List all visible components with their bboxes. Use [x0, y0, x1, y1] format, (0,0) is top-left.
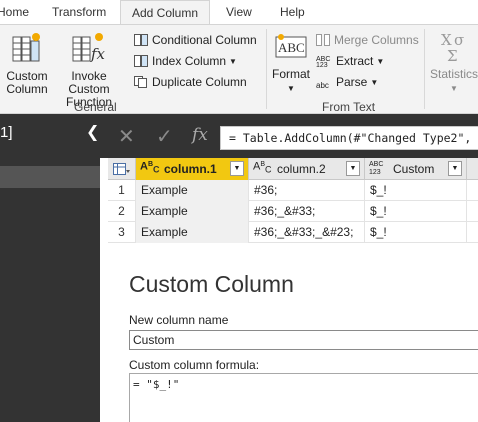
table-row: 3 Example #36;_&#33;_&#23; $_! [108, 222, 478, 243]
table-menu-button[interactable] [108, 158, 136, 180]
duplicate-column-label: Duplicate Column [152, 75, 247, 89]
ribbon: Custom Column fx Invoke Custom Function … [0, 24, 478, 114]
column-header-label: column.1 [164, 162, 217, 176]
conditional-column-label: Conditional Column [152, 33, 257, 47]
invoke-function-icon: fx [72, 33, 106, 63]
svg-text:ABC: ABC [278, 40, 305, 55]
new-column-name-input[interactable]: Custom [129, 330, 478, 350]
merge-columns-icon [316, 34, 330, 46]
table-row: 2 Example #36;_&#33; $_! [108, 201, 478, 222]
column-header-column2[interactable]: ABC column.2 ▼ [249, 158, 365, 180]
invoke-custom-function-button[interactable]: fx Invoke Custom Function [50, 31, 128, 109]
table-cell[interactable]: #36;_&#33; [249, 201, 365, 222]
data-grid: ABC column.1 ▼ ABC column.2 ▼ ABC 123 Cus… [108, 158, 478, 244]
column-header-column1[interactable]: ABC column.1 ▼ [136, 158, 249, 180]
invoke-function-label-line1: Invoke Custom [68, 69, 110, 96]
column-filter-dropdown-icon[interactable]: ▼ [346, 161, 360, 176]
table-cell[interactable]: $_! [365, 201, 467, 222]
custom-column-formula-label: Custom column formula: [129, 358, 260, 372]
parse-dropdown-icon: ▼ [370, 78, 379, 87]
text-type-icon: ABC [253, 160, 272, 175]
tab-help[interactable]: Help [280, 0, 310, 24]
cancel-formula-icon[interactable]: ✕ [118, 124, 135, 149]
column-header-custom[interactable]: ABC 123 Custom ▼ [365, 158, 467, 180]
column-header-label: column.2 [277, 162, 326, 176]
extract-dropdown-icon: ▼ [376, 57, 385, 66]
dialog-title: Custom Column [129, 271, 294, 297]
ribbon-separator-2 [424, 29, 425, 109]
column-filter-dropdown-icon[interactable]: ▼ [448, 161, 462, 176]
text-type-icon: ABC [140, 160, 160, 175]
custom-column-formula-input[interactable]: = "$_!" [129, 373, 478, 422]
index-column-button[interactable]: Index Column ▼ [134, 52, 237, 70]
custom-column-button[interactable]: Custom Column [2, 31, 52, 96]
table-cell[interactable]: Example [136, 180, 249, 201]
confirm-formula-icon[interactable]: ✓ [156, 124, 173, 149]
index-column-label: Index Column [152, 54, 227, 68]
custom-column-dialog: Custom Column New column name Custom Cus… [100, 250, 478, 422]
table-cell[interactable]: $_! [365, 222, 467, 243]
duplicate-column-button[interactable]: Duplicate Column [134, 73, 247, 91]
statistics-icon: X σ Σ [441, 31, 464, 63]
tab-view[interactable]: View [226, 0, 256, 24]
selected-query-row[interactable] [0, 166, 100, 188]
extract-button[interactable]: ABC 123 Extract ▼ [316, 52, 384, 70]
extract-label: Extract [336, 54, 374, 68]
statistics-button[interactable]: X σ Σ Statistics ▼ [428, 31, 478, 93]
ribbon-separator [266, 29, 267, 109]
duplicate-column-icon [134, 76, 147, 88]
index-column-icon [134, 55, 148, 67]
tab-add-column[interactable]: Add Column [120, 0, 210, 25]
group-label-general: General [74, 100, 117, 114]
svg-text:fx: fx [90, 45, 106, 63]
format-button[interactable]: ABC Format ▼ [270, 31, 312, 93]
merge-columns-label: Merge Columns [334, 33, 419, 47]
custom-column-icon [12, 33, 40, 62]
tab-home[interactable]: Home [0, 0, 37, 24]
new-column-name-label: New column name [129, 313, 229, 327]
any-type-icon: ABC 123 [369, 161, 384, 176]
table-cell[interactable]: #36;_&#33;_&#23; [249, 222, 365, 243]
statistics-dropdown-icon: ▼ [450, 84, 458, 93]
grid-header: ABC column.1 ▼ ABC column.2 ▼ ABC 123 Cus… [108, 158, 478, 180]
formula-input[interactable]: = Table.AddColumn(#"Changed Type2", "C [220, 126, 478, 150]
svg-text:Σ: Σ [447, 47, 458, 63]
tab-transform[interactable]: Transform [52, 0, 112, 24]
menu-tabbar: Home Transform Add Column View Help [0, 0, 478, 25]
merge-columns-button[interactable]: Merge Columns [316, 31, 419, 49]
row-number[interactable]: 3 [108, 222, 136, 243]
row-number[interactable]: 1 [108, 180, 136, 201]
table-icon [113, 163, 130, 175]
queries-pane-text: 1] [0, 124, 13, 141]
format-dropdown-icon: ▼ [287, 84, 295, 93]
custom-column-label-line2: Column [6, 82, 48, 96]
parse-label: Parse [336, 75, 368, 89]
table-row: 1 Example #36; $_! [108, 180, 478, 201]
group-label-from-text: From Text [322, 100, 376, 114]
format-icon: ABC [275, 34, 307, 58]
collapse-chevron-icon[interactable]: ❮ [86, 122, 99, 142]
table-cell[interactable]: Example [136, 222, 249, 243]
row-number[interactable]: 2 [108, 201, 136, 222]
table-cell[interactable]: #36; [249, 180, 365, 201]
format-label: Format [271, 67, 310, 81]
parse-button[interactable]: abc Parse ▼ [316, 73, 378, 91]
table-cell[interactable]: $_! [365, 180, 467, 201]
column-filter-dropdown-icon[interactable]: ▼ [230, 161, 244, 176]
index-column-dropdown-icon: ▼ [229, 57, 237, 66]
table-cell[interactable]: Example [136, 201, 249, 222]
conditional-column-icon [134, 34, 148, 46]
statistics-label: Statistics [429, 67, 478, 81]
formula-bar: ✕ ✓ fx = Table.AddColumn(#"Changed Type2… [100, 114, 478, 158]
conditional-column-button[interactable]: Conditional Column [134, 31, 257, 49]
fx-icon[interactable]: fx [192, 125, 208, 145]
extract-icon: ABC 123 [316, 56, 331, 69]
parse-icon: abc [316, 81, 329, 90]
column-header-label: Custom [393, 162, 435, 176]
queries-pane: 1] ❮ [0, 114, 100, 422]
